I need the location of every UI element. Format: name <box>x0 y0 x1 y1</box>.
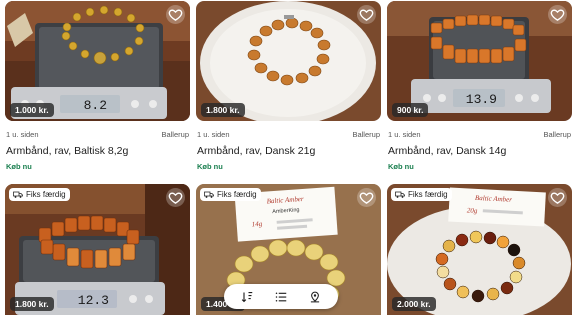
listing-card[interactable]: 1.800 kr. 1 u. siden Ballerup Armbånd, r… <box>196 1 381 171</box>
listing-photo[interactable]: 1.800 kr. <box>196 1 381 121</box>
listing-time: 1 u. siden <box>197 130 230 139</box>
shipping-tag-label: Fiks færdig <box>217 190 257 199</box>
favorite-button[interactable] <box>166 188 185 207</box>
favorite-button[interactable] <box>357 188 376 207</box>
heart-icon <box>168 9 183 21</box>
listing-card[interactable]: 8.2 1.000 kr. 1 u. siden Ballerup Armbån… <box>5 1 190 171</box>
listing-location: Ballerup <box>543 130 571 139</box>
floating-action-bar <box>224 284 338 309</box>
listing-time: 1 u. siden <box>6 130 39 139</box>
listing-photo[interactable]: 12.3 Fiks færdig 1.800 kr. <box>5 184 190 315</box>
truck-icon <box>395 191 405 198</box>
location-icon <box>310 291 320 302</box>
listing-title[interactable]: Armbånd, rav, Dansk 21g <box>196 145 381 157</box>
listing-card[interactable]: 13.9 900 kr. 1 u. siden Ballerup Armbånd… <box>387 1 572 171</box>
heart-icon <box>550 192 565 204</box>
shipping-tag: Fiks færdig <box>9 188 70 201</box>
listing-location: Ballerup <box>161 130 189 139</box>
scale-reading: 12.3 <box>78 293 109 308</box>
buy-now-label[interactable]: Køb nu <box>5 162 190 171</box>
shipping-tag: Fiks færdig <box>200 188 261 201</box>
heart-icon <box>359 192 374 204</box>
price-badge: 900 kr. <box>392 103 429 117</box>
favorite-button[interactable] <box>357 5 376 24</box>
buy-now-label[interactable]: Køb nu <box>387 162 572 171</box>
truck-icon <box>204 191 214 198</box>
shipping-tag-label: Fiks færdig <box>408 190 448 199</box>
listing-photo[interactable]: 13.9 900 kr. <box>387 1 572 121</box>
listing-photo[interactable]: 8.2 1.000 kr. <box>5 1 190 121</box>
sort-button[interactable] <box>236 287 258 307</box>
price-badge: 1.800 kr. <box>10 297 54 311</box>
heart-icon <box>168 192 183 204</box>
price-badge: 1.800 kr. <box>201 103 245 117</box>
favorite-button[interactable] <box>548 5 567 24</box>
shipping-tag-label: Fiks færdig <box>26 190 66 199</box>
listing-time: 1 u. siden <box>388 130 421 139</box>
heart-icon <box>359 9 374 21</box>
buy-now-label[interactable]: Køb nu <box>196 162 381 171</box>
sort-icon <box>241 291 253 302</box>
truck-icon <box>13 191 23 198</box>
scale-reading: 8.2 <box>84 98 107 113</box>
location-button[interactable] <box>304 287 326 307</box>
favorite-button[interactable] <box>548 188 567 207</box>
price-badge: 2.000 kr. <box>392 297 436 311</box>
listing-card[interactable]: Baltic Amber 20g Fiks færdig 2.000 kr. <box>387 184 572 315</box>
bracelet-on-scale-image: 12.3 <box>5 184 190 315</box>
certificate-weight: 14g <box>252 220 264 229</box>
listing-photo[interactable]: Baltic Amber 20g Fiks færdig 2.000 kr. <box>387 184 572 315</box>
certificate-weight: 20g <box>467 206 478 215</box>
listing-title[interactable]: Armbånd, rav, Baltisk 8,2g <box>5 145 190 157</box>
bracelet-on-fur-image: Baltic Amber 20g <box>387 184 572 315</box>
price-badge: 1.000 kr. <box>10 103 54 117</box>
list-view-button[interactable] <box>270 287 292 307</box>
shipping-tag: Fiks færdig <box>391 188 452 201</box>
scale-reading: 13.9 <box>466 92 497 107</box>
listing-location: Ballerup <box>352 130 380 139</box>
heart-icon <box>550 9 565 21</box>
list-icon <box>275 292 287 301</box>
listing-title[interactable]: Armbånd, rav, Dansk 14g <box>387 145 572 157</box>
listing-card[interactable]: 12.3 Fiks færdig 1.800 kr. <box>5 184 190 315</box>
favorite-button[interactable] <box>166 5 185 24</box>
